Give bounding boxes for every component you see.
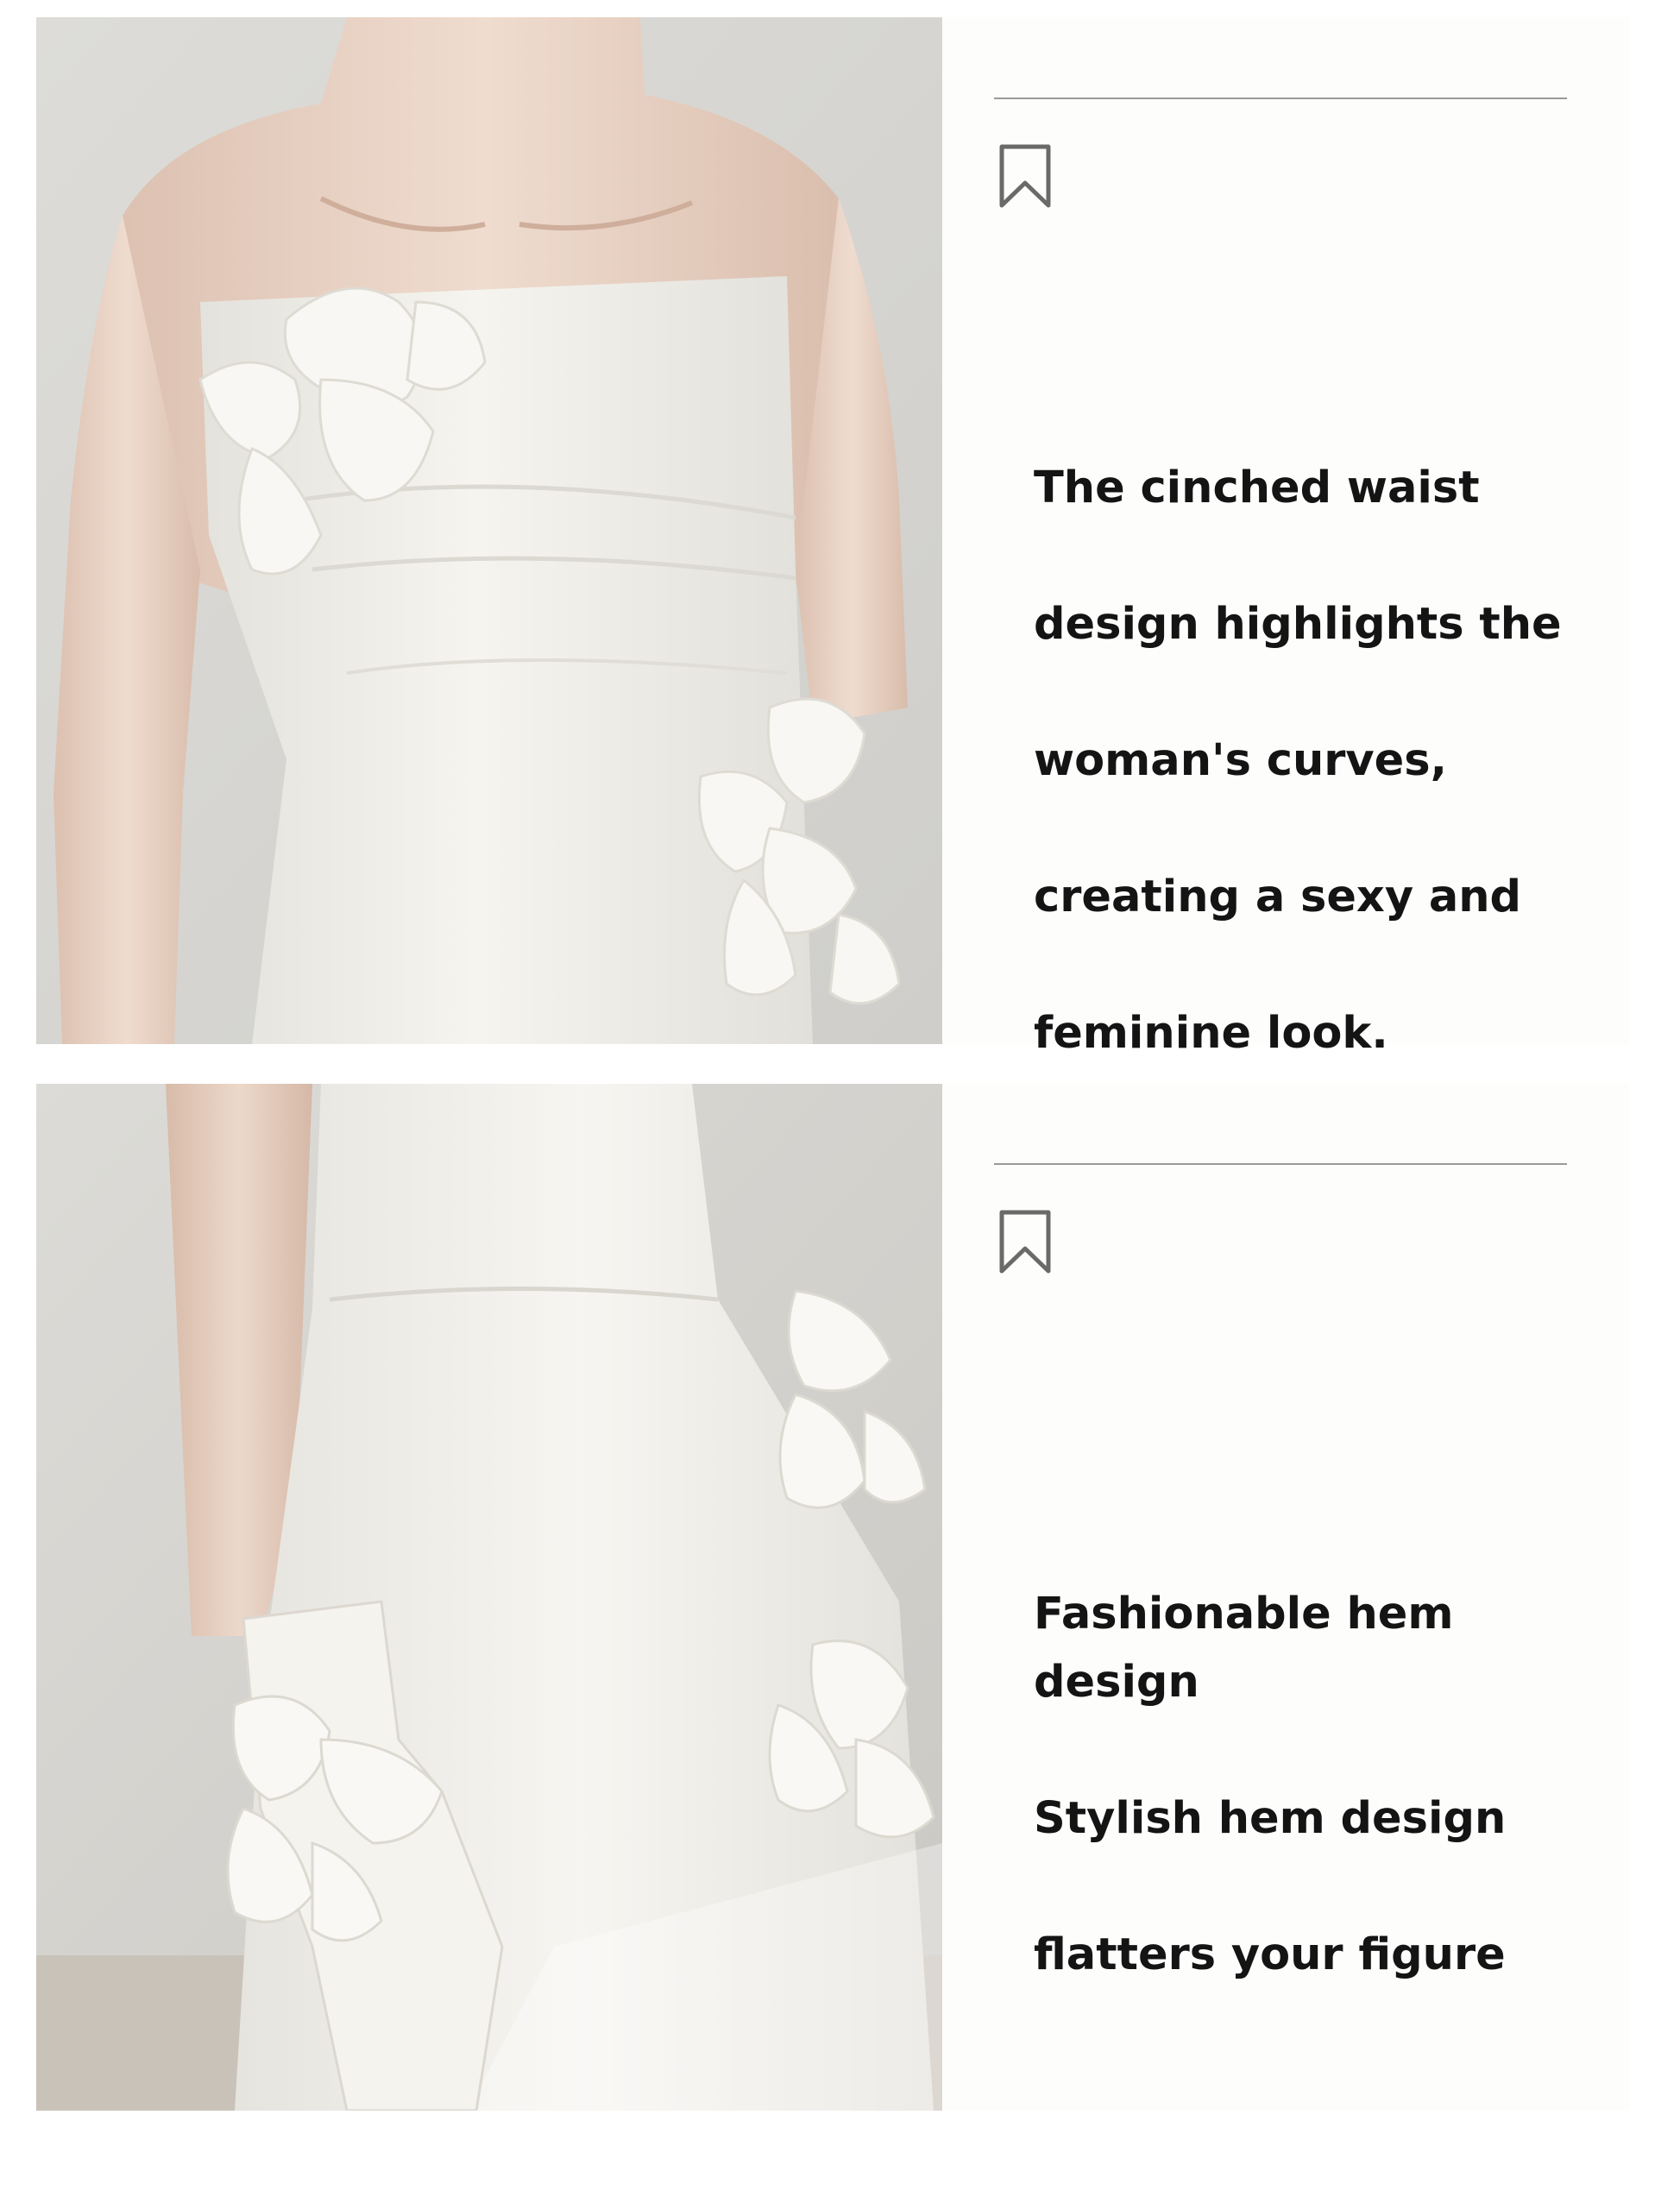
- caption-line: Fashionable hem design: [1034, 1589, 1454, 1708]
- feature-section-hem: Fashionable hem design Stylish hem desig…: [0, 1084, 1680, 2111]
- caption-line: feminine look.: [1034, 1008, 1388, 1059]
- feature-panel-waist: The cinched waist design highlights the …: [942, 17, 1629, 1059]
- caption-line: design highlights the: [1034, 599, 1562, 650]
- product-photo-bodice: [36, 17, 942, 1044]
- divider-line: [994, 1163, 1567, 1165]
- feature-caption: The cinched waist design highlights the …: [1034, 386, 1603, 1067]
- caption-line: Stylish hem design: [1034, 1793, 1507, 1844]
- bookmark-outline-icon[interactable]: [998, 143, 1052, 209]
- feature-section-waist: The cinched waist design highlights the …: [0, 17, 1680, 1059]
- bookmark-outline-icon[interactable]: [998, 1209, 1052, 1274]
- caption-line: The cinched waist: [1034, 463, 1480, 513]
- divider-line: [994, 98, 1567, 99]
- feature-caption: Fashionable hem design Stylish hem desig…: [1034, 1512, 1603, 1989]
- caption-line: flatters your figure: [1034, 1929, 1506, 1980]
- caption-line: woman's curves,: [1034, 735, 1447, 786]
- caption-line: creating a sexy and: [1034, 872, 1522, 922]
- product-photo-hem: [36, 1084, 942, 2111]
- dress-hem-image: [36, 1084, 942, 2111]
- feature-panel-hem: Fashionable hem design Stylish hem desig…: [942, 1084, 1629, 2111]
- dress-bodice-image: [36, 17, 942, 1044]
